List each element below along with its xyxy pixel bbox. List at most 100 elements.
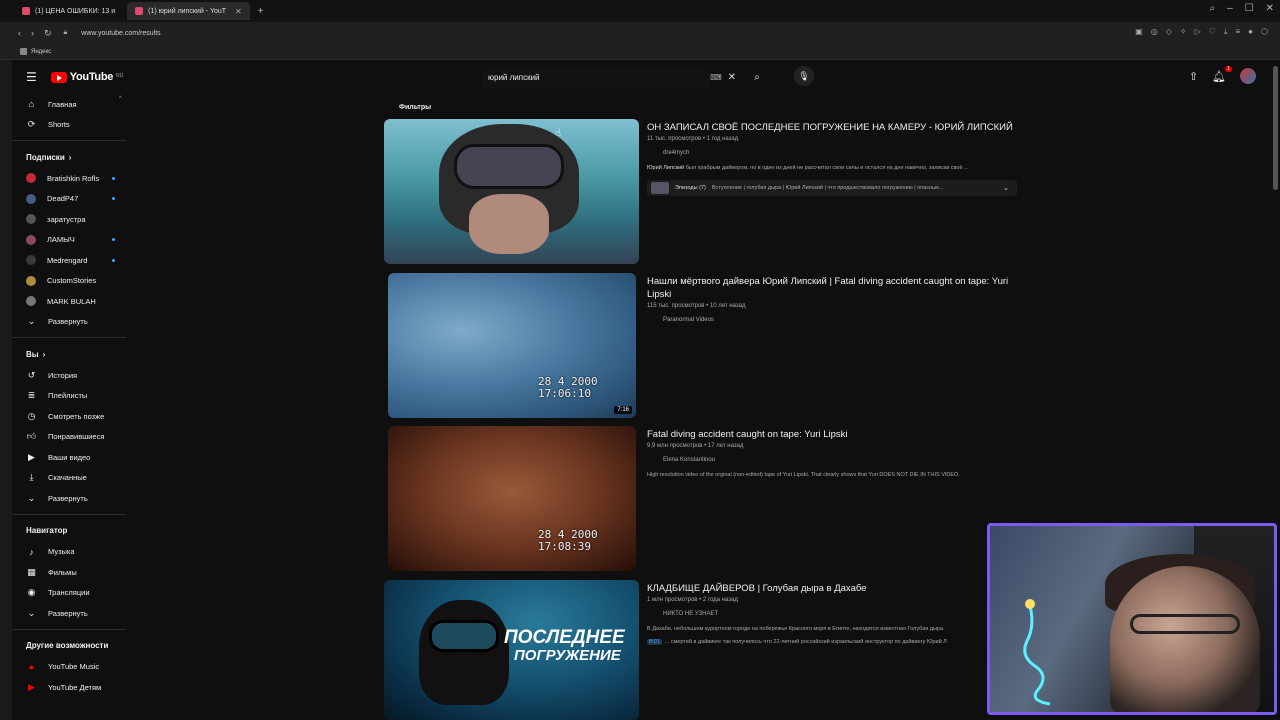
timestamp-link[interactable]: 8:01 (647, 639, 662, 645)
channel-name[interactable]: Paranormal Videos (647, 317, 1017, 323)
sidebar-subscription-item[interactable]: ЛАМЫЧ (12, 230, 134, 251)
download-icon[interactable]: ⤓ (1224, 27, 1228, 37)
video-title[interactable]: КЛАДБИЩЕ ДАЙВЕРОВ | Голубая дыра в Дахаб… (647, 582, 1017, 595)
chevron-up-icon[interactable]: ^ (119, 96, 122, 102)
voice-search-icon[interactable]: 🎙︎ (794, 66, 814, 86)
sidebar-item-your-videos[interactable]: ▶ Ваши видео (12, 447, 134, 468)
sidebar-expand-navigator[interactable]: ⌄ Развернуть (12, 603, 134, 624)
section-title: Вы (26, 349, 39, 359)
channel-name[interactable]: НИКТО НЕ УЗНАЕТ (647, 611, 1017, 617)
sidebar-subscription-item[interactable]: DeadP47 (12, 189, 134, 210)
back-icon[interactable]: ‹ (18, 28, 21, 39)
sidebar-subscription-item[interactable]: CustomStories (12, 271, 134, 292)
video-meta: 9,9 млн просмотров • 17 лет назад (647, 443, 744, 449)
video-description: High resolution video of the orginal (no… (647, 472, 960, 478)
video-title[interactable]: ОН ЗАПИСАЛ СВОЁ ПОСЛЕДНЕЕ ПОГРУЖЕНИЕ НА … (647, 121, 1017, 134)
keyboard-icon[interactable]: ⌨ (710, 73, 722, 82)
play-icon[interactable]: ▷ (1195, 27, 1201, 37)
sidebar-section-you[interactable]: Вы › (12, 343, 134, 365)
filters-button[interactable]: Фильтры (399, 104, 431, 111)
upload-icon[interactable]: ⇧ (1189, 70, 1198, 83)
search-tabs-icon[interactable]: ⌕ (1209, 3, 1215, 14)
sidebar-item-youtube-music[interactable]: ● YouTube Music (12, 657, 134, 678)
video-thumbnail[interactable] (384, 119, 639, 264)
sidebar-item-playlists[interactable]: ≣ Плейлисты (12, 386, 134, 407)
video-thumbnail[interactable]: 28 4 2000 17:06:10 7:16 (388, 273, 636, 418)
extension-icon[interactable]: ▣ (1135, 27, 1143, 37)
sidebar-subscription-item[interactable]: заратустра (12, 209, 134, 230)
hamburger-menu-icon[interactable]: ☰ (26, 70, 37, 84)
browser-tab-2[interactable]: (1) юрий липский - YouT ✕ (127, 2, 250, 20)
channel-name[interactable]: dre4mych (647, 150, 1017, 156)
video-title[interactable]: Fatal diving accident caught on tape: Yu… (647, 428, 1017, 441)
sidebar-item-youtube-kids[interactable]: ▶ YouTube Детям (12, 677, 134, 698)
browser-tab-1[interactable]: (1) ЦЕНА ОШИБКИ: 13 и (14, 2, 123, 20)
clear-search-icon[interactable]: ✕ (728, 72, 736, 83)
sidebar-section-navigator: Навигатор (12, 520, 134, 542)
channel-name[interactable]: Elena Konstantinou (647, 457, 1017, 463)
menu-icon[interactable]: ≡ (1236, 27, 1241, 37)
bookmarks-bar: Яндекс (0, 44, 1280, 60)
sidebar-item-downloads[interactable]: ⤓ Скачанные (12, 468, 134, 489)
new-content-dot (112, 258, 115, 262)
notifications-icon[interactable]: 🔔︎ 1 (1212, 65, 1232, 83)
sidebar-expand-subscriptions[interactable]: ⌄ Развернуть (12, 312, 134, 333)
sidebar-section-subscriptions[interactable]: Подписки › (12, 146, 134, 168)
sidebar-subscription-item[interactable]: Medrengard (12, 250, 134, 271)
neon-lamp-icon (1023, 599, 1051, 706)
forward-icon[interactable]: › (31, 28, 34, 39)
youtube-kids-icon: ▶ (28, 681, 35, 692)
sidebar-item-label: История (48, 370, 78, 380)
extension-icon[interactable]: ◇ (1166, 27, 1172, 37)
minimize-icon[interactable]: – (1227, 3, 1233, 14)
desc-highlight: Юрий Липский (647, 165, 685, 171)
search-button[interactable]: ⌕ (744, 66, 770, 88)
bookmark-yandex[interactable]: Яндекс (31, 49, 51, 55)
search-result-1: ОН ЗАПИСАЛ СВОЁ ПОСЛЕДНЕЕ ПОГРУЖЕНИЕ НА … (384, 119, 1024, 265)
close-window-icon[interactable]: ✕ (1266, 3, 1274, 14)
url-field[interactable]: www.youtube.com/results (81, 30, 160, 37)
sidebar-expand-you[interactable]: ⌄ Развернуть (12, 488, 134, 509)
sidebar-item-label: Развернуть (48, 493, 88, 503)
webcam-overlay (987, 523, 1277, 715)
lock-icon[interactable]: 🔒︎ (64, 29, 68, 37)
video-thumbnail[interactable]: ПОСЛЕДНЕЕ ПОГРУЖЕНИЕ (384, 580, 639, 720)
sidebar-item-music[interactable]: ♪ Музыка (12, 542, 134, 563)
sidebar-item-label: Плейлисты (48, 391, 88, 401)
sidebar-item-live[interactable]: ◉ Трансляции (12, 583, 134, 604)
extension-icon[interactable]: ◎ (1151, 27, 1158, 37)
notification-badge: 1 (1225, 65, 1232, 72)
close-icon[interactable]: ✕ (235, 7, 242, 16)
sidebar-item-liked[interactable]: 👍︎ Понравившиеся (12, 427, 134, 448)
reload-icon[interactable]: ↻ (44, 28, 52, 39)
chevron-down-icon[interactable]: ⌄ (1003, 184, 1009, 192)
maximize-icon[interactable]: ☐ (1245, 3, 1254, 14)
section-title: Другие возможности (26, 641, 109, 650)
sidebar-subscription-item[interactable]: MARK BULAH (12, 291, 134, 312)
sidebar-item-label: MARK BULAH (47, 296, 96, 306)
profile-icon[interactable]: ● (1248, 27, 1253, 37)
channel-avatar (26, 275, 36, 286)
avatar[interactable] (1240, 68, 1256, 84)
sidebar-item-label: Развернуть (48, 317, 88, 327)
extension-icon[interactable]: ✧ (1180, 27, 1187, 37)
new-tab-icon[interactable]: + (258, 6, 264, 17)
youtube-logo[interactable]: YouTube RU (50, 71, 123, 83)
sidebar-item-home[interactable]: ⌂ Главная (12, 94, 134, 115)
sidebar-subscription-item[interactable]: Bratishkin Rofls (12, 168, 134, 189)
page-scrollbar[interactable] (1273, 66, 1278, 190)
new-content-dot (112, 238, 115, 242)
heart-icon[interactable]: ♡ (1209, 27, 1216, 37)
video-thumbnail[interactable]: 28 4 2000 17:08:39 (388, 426, 636, 571)
sidebar-item-history[interactable]: ↺ История (12, 365, 134, 386)
os-left-strip (0, 0, 12, 720)
extension-icon[interactable]: ⬡ (1261, 27, 1268, 37)
sidebar-item-movies[interactable]: ▦ Фильмы (12, 562, 134, 583)
chapters-bar[interactable]: Эпизоды (7) Вступление | голубая дыра | … (647, 180, 1017, 196)
sidebar-item-shorts[interactable]: ⟳ Shorts (12, 115, 134, 136)
sidebar-item-watch-later[interactable]: ◷ Смотреть позже (12, 406, 134, 427)
video-title[interactable]: Нашли мёртвого дайвера Юрий Липский | Fa… (647, 275, 1017, 301)
search-input[interactable] (482, 66, 711, 88)
movies-icon: ▦ (27, 566, 36, 577)
home-icon: ⌂ (28, 99, 35, 110)
